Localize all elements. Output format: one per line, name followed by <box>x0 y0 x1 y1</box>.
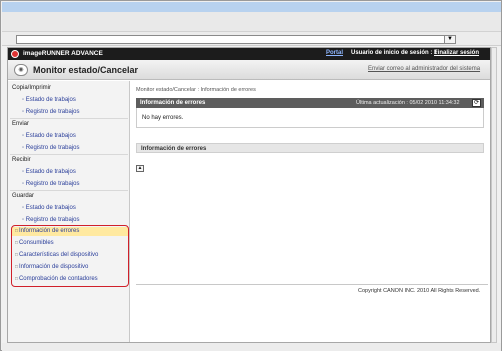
refresh-button[interactable]: ⟳ <box>472 99 481 107</box>
browser-statusbar <box>2 343 501 351</box>
error-panel-header: Información de errores Última actualizac… <box>136 98 484 108</box>
page-title: Monitor estado/Cancelar <box>33 65 139 75</box>
sidebar-section-store: Guardar <box>12 193 35 199</box>
divider <box>10 154 128 155</box>
portal-link[interactable]: Portal <box>326 50 343 56</box>
brand-title: imageRUNNER ADVANCE <box>23 50 103 57</box>
sidebar-item-store-job-log[interactable]: Registro de trabajos <box>22 217 80 223</box>
browser-toolbar <box>2 12 501 32</box>
sidebar: Copia/Imprimir Estado de trabajos Regist… <box>8 81 130 342</box>
error-panel-body: No hay errores. <box>136 108 484 128</box>
divider <box>10 190 128 191</box>
divider <box>136 284 488 285</box>
email-admin-link[interactable]: Enviar correo al administrador del siste… <box>368 66 480 72</box>
breadcrumb: Monitor estado/Cancelar : Información de… <box>136 87 256 93</box>
vertical-scrollbar[interactable] <box>491 47 497 343</box>
sidebar-item-send-job-log[interactable]: Registro de trabajos <box>22 145 80 151</box>
login-user-info: Usuario de inicio de sesión : 1 <box>351 50 438 56</box>
sidebar-item-copy-job-status[interactable]: Estado de trabajos <box>22 97 76 103</box>
canon-logo-icon <box>11 50 19 58</box>
highlight-box <box>11 225 129 287</box>
address-bar: ▼ <box>2 32 501 46</box>
window-titlebar <box>2 2 501 12</box>
last-updated-text: Última actualización : 05/02 2010 11:34:… <box>356 100 460 106</box>
sidebar-section-send: Enviar <box>12 121 30 127</box>
address-dropdown-button[interactable]: ▼ <box>444 35 456 44</box>
address-input[interactable] <box>16 35 456 44</box>
monitor-icon: ◉ <box>14 64 28 76</box>
copyright-text: Copyright CANON INC. 2010 All Rights Res… <box>358 288 481 294</box>
sidebar-item-copy-job-log[interactable]: Registro de trabajos <box>22 109 80 115</box>
no-errors-message: No hay errores. <box>142 115 184 121</box>
sidebar-item-store-job-status[interactable]: Estado de trabajos <box>22 205 76 211</box>
logout-link[interactable]: Finalizar sesión <box>434 50 479 56</box>
error-info-section-header: Información de errores <box>136 143 484 153</box>
sidebar-section-copy-print: Copia/Imprimir <box>12 85 52 91</box>
back-to-top-button[interactable]: ▲ <box>136 165 144 172</box>
section-title: Información de errores <box>141 145 207 152</box>
divider <box>10 118 128 119</box>
sidebar-item-receive-job-log[interactable]: Registro de trabajos <box>22 181 80 187</box>
page-title-bar: ◉ Monitor estado/Cancelar Enviar correo … <box>8 60 490 80</box>
sidebar-item-receive-job-status[interactable]: Estado de trabajos <box>22 169 76 175</box>
app-header: imageRUNNER ADVANCE Portal Usuario de in… <box>8 48 490 60</box>
sidebar-item-send-job-status[interactable]: Estado de trabajos <box>22 133 76 139</box>
sidebar-section-receive: Recibir <box>12 157 31 163</box>
page-viewport: imageRUNNER ADVANCE Portal Usuario de in… <box>7 47 491 343</box>
browser-window: ▼ imageRUNNER ADVANCE Portal Usuario de … <box>0 0 502 351</box>
panel-title: Información de errores <box>140 100 206 106</box>
